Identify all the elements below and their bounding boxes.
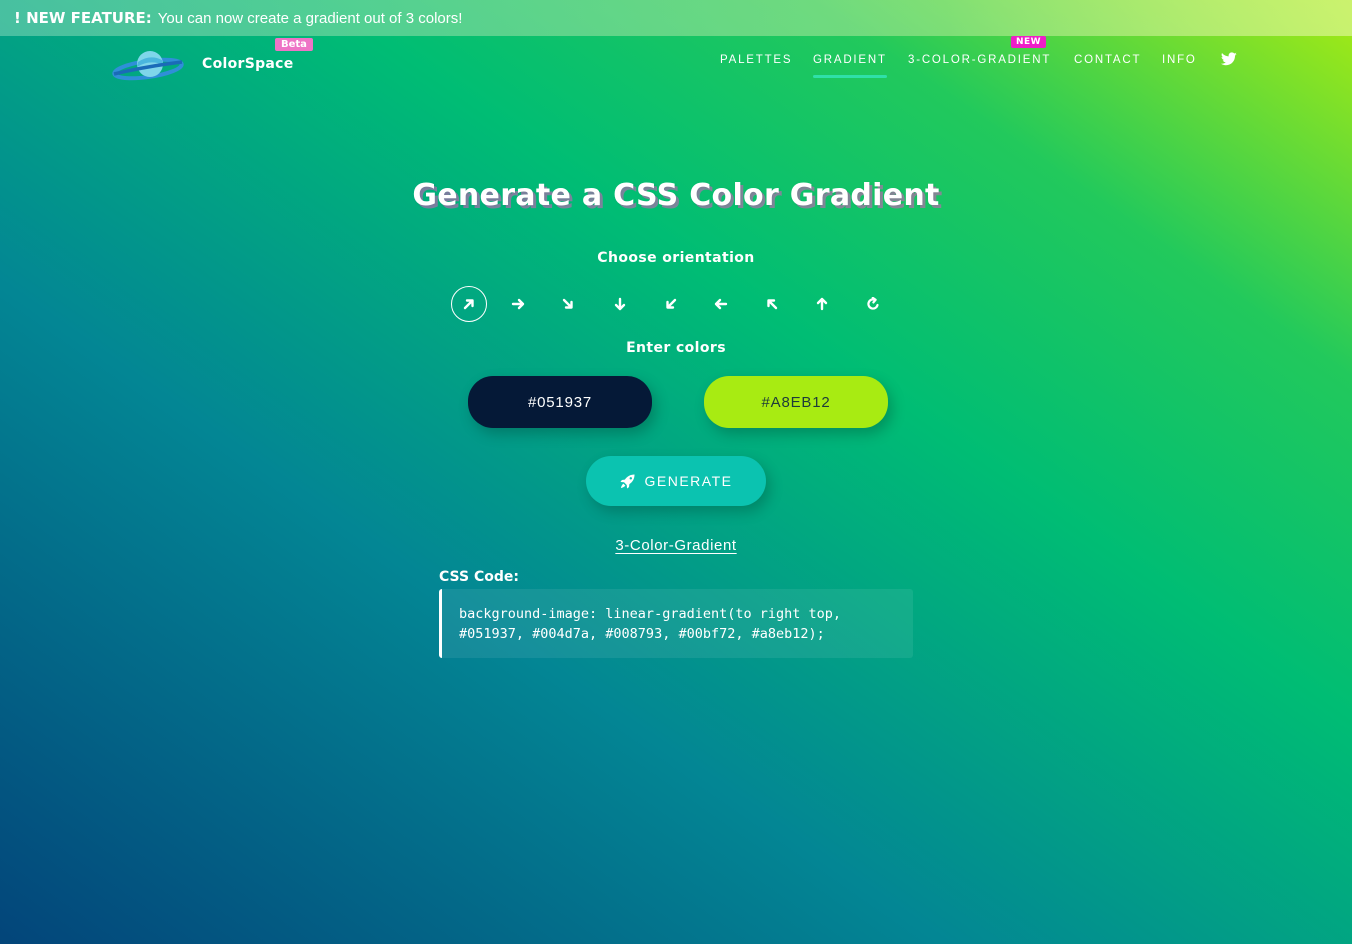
arrow-up-icon — [816, 297, 828, 311]
nav-item-info[interactable]: INFO — [1162, 54, 1197, 66]
generate-button[interactable]: GENERATE — [586, 456, 766, 506]
nav-item-contact[interactable]: CONTACT — [1074, 54, 1141, 66]
page-title: Generate a CSS Color Gradient — [412, 178, 940, 213]
arrow-right-icon — [511, 298, 525, 310]
arrow-left-icon — [714, 298, 728, 310]
new-badge: NEW — [1011, 36, 1047, 48]
twitter-icon[interactable] — [1221, 52, 1237, 66]
orientation-down-right-button[interactable] — [550, 286, 586, 322]
radial-refresh-icon — [867, 297, 879, 310]
css-code-line-2: #051937, #004d7a, #008793, #00bf72, #a8e… — [459, 626, 825, 642]
orientation-down-button[interactable] — [602, 286, 638, 322]
generate-label: GENERATE — [644, 473, 733, 489]
arrow-down-left-icon — [666, 298, 677, 309]
css-code-block[interactable]: background-image: linear-gradient(to rig… — [439, 589, 913, 658]
rocket-icon — [619, 473, 635, 489]
nav-item-gradient[interactable]: GRADIENT — [813, 54, 887, 78]
colors-label: Enter colors — [626, 340, 726, 356]
nav-item-3-color-gradient[interactable]: 3-COLOR-GRADIENT — [908, 54, 1051, 66]
arrow-up-right-icon — [463, 299, 474, 310]
main-nav: PALETTES GRADIENT 3-COLOR-GRADIENT CONTA… — [0, 54, 1352, 84]
three-color-gradient-link[interactable]: 3-Color-Gradient — [615, 537, 736, 554]
arrow-up-left-icon — [767, 299, 778, 310]
orientation-left-button[interactable] — [703, 286, 739, 322]
orientation-up-right-button[interactable] — [451, 286, 487, 322]
feature-banner: ! NEW FEATURE: You can now create a grad… — [0, 0, 1352, 36]
banner-message: You can now create a gradient out of 3 c… — [157, 9, 463, 27]
banner-prefix: ! NEW FEATURE: — [14, 9, 152, 27]
orientation-right-button[interactable] — [500, 286, 536, 322]
css-code-line-1: background-image: linear-gradient(to rig… — [459, 606, 842, 622]
orientation-label: Choose orientation — [597, 250, 755, 266]
nav-item-palettes[interactable]: PALETTES — [720, 54, 792, 66]
orientation-up-button[interactable] — [804, 286, 840, 322]
orientation-up-left-button[interactable] — [754, 286, 790, 322]
orientation-radial-button[interactable] — [855, 286, 891, 322]
arrow-down-right-icon — [562, 298, 573, 309]
color-1-input[interactable] — [468, 376, 652, 428]
color-2-input[interactable] — [704, 376, 888, 428]
arrow-down-icon — [614, 297, 626, 311]
three-color-link-wrapper: 3-Color-Gradient — [0, 535, 1352, 554]
css-code-label: CSS Code: — [439, 569, 519, 585]
orientation-down-left-button[interactable] — [653, 286, 689, 322]
beta-badge: Beta — [275, 38, 313, 51]
